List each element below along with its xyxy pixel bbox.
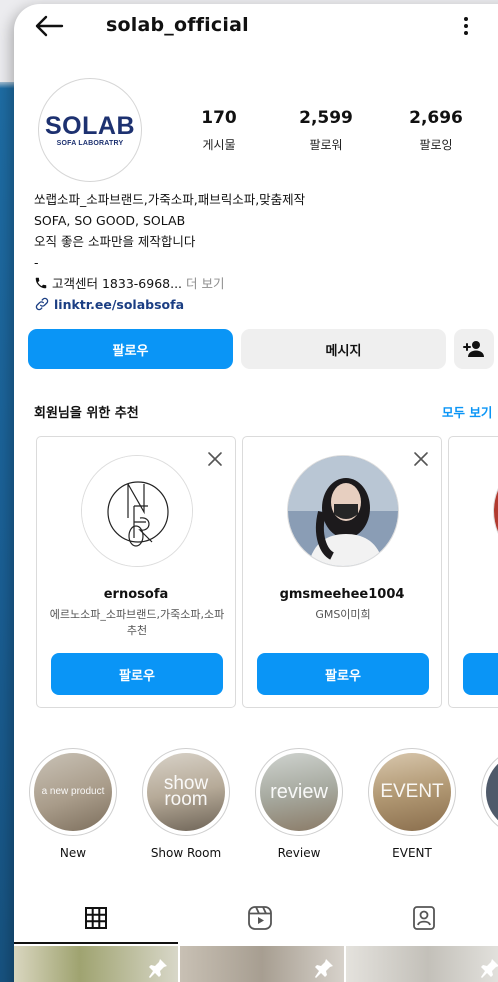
suggestion-card-partial[interactable] — [448, 436, 498, 708]
suggestions-title: 회원님을 위한 추천 — [34, 406, 139, 421]
highlight-showroom[interactable]: show room Show Room — [141, 748, 231, 860]
highlight-cover-text: review — [270, 780, 328, 803]
suggestion-subtitle: GMS이미희 — [315, 608, 371, 621]
avatar-logo-sub: SOFA LABORATRY — [56, 140, 124, 147]
stat-posts[interactable]: 170 게시물 — [169, 108, 269, 153]
phone-icon — [35, 277, 47, 289]
tab-reels[interactable] — [178, 892, 342, 944]
highlight-ring: EVENT — [368, 748, 456, 836]
stat-following-label: 팔로잉 — [419, 138, 453, 152]
avatar-logo-main: SOLAB — [45, 112, 135, 140]
highlight-cover-text: a new product — [41, 785, 105, 797]
highlight-cover: review — [260, 753, 338, 831]
post-thumbnail[interactable] — [180, 946, 344, 982]
see-all-link[interactable]: 모두 보기 — [442, 402, 492, 421]
suggestion-follow-button[interactable]: 팔로우 — [257, 653, 429, 695]
add-user-button[interactable] — [454, 329, 494, 369]
suggestion-card[interactable]: ernosofa 에르노소파_소파브랜드,가죽소파,소파추천 팔로우 — [36, 436, 236, 708]
highlight-ring: review — [255, 748, 343, 836]
back-arrow-icon[interactable] — [34, 14, 64, 38]
stat-following-value: 2,696 — [409, 108, 463, 128]
stat-following[interactable]: 2,696 팔로잉 — [386, 108, 486, 153]
suggestion-name[interactable]: gmsmeehee1004 — [243, 587, 441, 602]
bio-contact-row: 고객센터 1833-6968... 더 보기 — [34, 273, 474, 294]
tagged-icon — [413, 906, 435, 930]
stat-followers-value: 2,599 — [299, 108, 353, 128]
tab-active-indicator — [14, 942, 178, 944]
highlight-ring: a new product — [29, 748, 117, 836]
bio-line: SOFA, SO GOOD, SOLAB — [34, 213, 186, 228]
top-bar: solab_official — [14, 4, 498, 50]
suggestion-subtitle: 에르노소파_소파브랜드,가죽소파,소파추천 — [49, 608, 225, 637]
suggestion-card[interactable]: gmsmeehee1004 GMS이미희 팔로우 — [242, 436, 442, 708]
profile-avatar[interactable]: SOLAB SOFA LABORATRY — [38, 78, 142, 182]
close-icon[interactable] — [413, 451, 429, 467]
tab-tagged[interactable] — [342, 892, 498, 944]
stat-followers[interactable]: 2,599 팔로워 — [276, 108, 376, 153]
close-icon[interactable] — [207, 451, 223, 467]
highlight-cover: show room — [147, 753, 225, 831]
pin-icon — [149, 959, 167, 978]
person-photo-icon — [288, 456, 398, 566]
follow-button[interactable]: 팔로우 — [28, 329, 233, 369]
pin-icon — [481, 959, 498, 978]
post-thumbnail[interactable] — [14, 946, 178, 982]
message-button[interactable]: 메시지 — [241, 329, 446, 369]
suggestion-avatar[interactable] — [493, 455, 498, 567]
stat-posts-label: 게시물 — [202, 138, 236, 152]
highlight-label: Review — [277, 846, 321, 860]
more-options-icon[interactable] — [462, 14, 470, 40]
grid-icon — [85, 907, 107, 929]
post-thumbnail[interactable] — [346, 946, 498, 982]
suggestion-avatar[interactable] — [287, 455, 399, 567]
bio-more-link[interactable]: 더 보기 — [182, 276, 224, 291]
profile-tabs — [14, 892, 498, 944]
erno-logo-icon — [82, 456, 192, 566]
profile-username: solab_official — [106, 14, 249, 36]
highlight-ring — [481, 748, 498, 836]
profile-bio: 쏘랩소파_소파브랜드,가죽소파,패브릭소파,맞춤제작 SOFA, SO GOOD… — [34, 189, 474, 315]
bio-link[interactable]: linktr.ee/solabsofa — [34, 294, 474, 315]
highlight-label: EVENT — [392, 846, 432, 860]
bio-contact-text: 고객센터 1833-6968... — [52, 276, 183, 291]
bio-line: 오직 좋은 소파만을 제작합니다 — [34, 234, 196, 249]
highlight-cover: EVENT — [373, 753, 451, 831]
highlight-cover — [486, 753, 498, 831]
highlight-cover-text: show room — [163, 772, 209, 810]
suggestion-follow-button[interactable] — [463, 653, 498, 695]
highlight-cover: a new product — [34, 753, 112, 831]
stat-followers-label: 팔로워 — [309, 138, 343, 152]
highlight-label: New — [59, 846, 87, 860]
tab-grid[interactable] — [14, 892, 178, 944]
highlight-new[interactable]: a new product New — [28, 748, 118, 860]
link-icon — [35, 297, 49, 311]
suggestion-avatar[interactable] — [81, 455, 193, 567]
profile-screen: solab_official SOLAB SOFA LABORATRY 170 … — [14, 4, 498, 982]
highlight-event[interactable]: EVENT EVENT — [367, 748, 457, 860]
bio-link-text: linktr.ee/solabsofa — [54, 297, 185, 312]
reels-icon — [248, 906, 272, 930]
bio-line: 쏘랩소파_소파브랜드,가죽소파,패브릭소파,맞춤제작 — [34, 192, 306, 207]
pin-icon — [315, 959, 333, 978]
stat-posts-value: 170 — [201, 108, 237, 128]
add-user-icon — [463, 341, 484, 357]
highlight-partial[interactable] — [480, 748, 498, 836]
highlight-cover-text: EVENT — [380, 780, 444, 802]
suggestion-follow-button[interactable]: 팔로우 — [51, 653, 223, 695]
suggestion-name[interactable]: ernosofa — [37, 587, 235, 602]
highlight-ring: show room — [142, 748, 230, 836]
bio-line: - — [34, 255, 39, 270]
highlight-review[interactable]: review Review — [254, 748, 344, 860]
highlight-label: Show Room — [150, 846, 222, 860]
